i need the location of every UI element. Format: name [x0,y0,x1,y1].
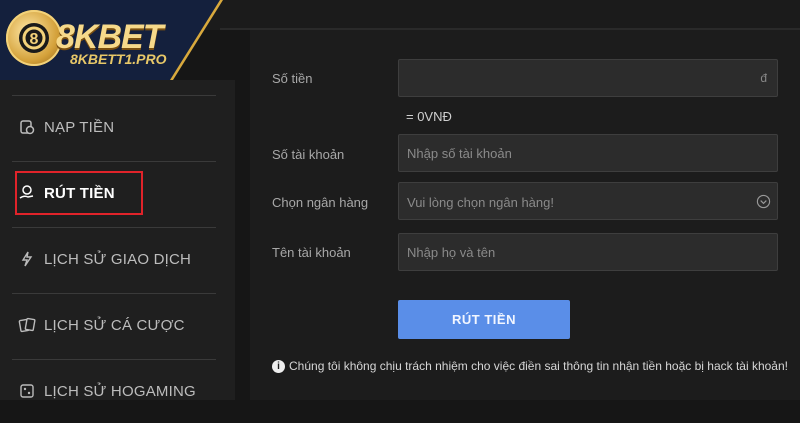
notice-text: Chúng tôi không chịu trách nhiệm cho việ… [289,359,788,373]
sidebar-item-label: LỊCH SỬ HOGAMING [44,382,196,400]
account-number-field[interactable] [398,134,778,172]
account-number-label: Số tài khoản [272,147,345,162]
info-icon: i [272,359,285,373]
transaction-history-icon [18,250,36,268]
bank-select-placeholder: Vui lòng chọn ngân hàng! [407,195,554,210]
cards-icon [18,316,36,334]
sidebar-item-label: LỊCH SỬ CÁ CƯỢC [44,316,185,334]
chevron-down-icon [756,194,771,209]
withdraw-form: Số tiền đ = 0VNĐ Số tài khoản Chọn ngân … [250,30,800,400]
sidebar-item-bet-history[interactable]: LỊCH SỬ CÁ CƯỢC [12,293,216,357]
amount-field[interactable]: đ [398,59,778,97]
disclaimer-notice: i Chúng tôi không chịu trách nhiệm cho v… [272,359,788,373]
sidebar-item-hogaming-history[interactable]: LỊCH SỬ HOGAMING [12,359,216,423]
account-name-input[interactable] [399,234,755,270]
logo-domain: 8KBETT1.PRO [70,51,167,67]
logo-emblem-icon: 8 [6,10,62,66]
svg-text:8: 8 [30,31,39,48]
bank-label: Chọn ngân hàng [272,195,369,210]
account-name-label: Tên tài khoản [272,245,351,260]
logo[interactable]: 8 8KBET 8KBETT1.PRO [0,0,232,80]
sidebar: NẠP TIỀN RÚT TIỀN LỊCH SỬ GIAO DỊCH LỊCH… [0,80,235,400]
sidebar-item-label: LỊCH SỬ GIAO DỊCH [44,250,192,268]
currency-suffix: đ [760,71,767,85]
withdraw-submit-button[interactable]: RÚT TIỀN [398,300,570,339]
sidebar-item-transaction-history[interactable]: LỊCH SỬ GIAO DỊCH [12,227,216,291]
dice-icon [18,382,36,400]
sidebar-item-deposit[interactable]: NẠP TIỀN [12,95,216,159]
deposit-icon [18,118,36,136]
active-highlight-box [15,171,143,215]
account-name-field[interactable] [398,233,778,271]
account-number-input[interactable] [399,135,755,171]
conversion-text: = 0VNĐ [406,109,452,124]
sidebar-item-withdraw[interactable]: RÚT TIỀN [12,161,216,225]
amount-input[interactable] [399,60,755,96]
bank-select[interactable]: Vui lòng chọn ngân hàng! [398,182,778,220]
sidebar-item-label: NẠP TIỀN [44,118,115,136]
amount-label: Số tiền [272,71,313,86]
